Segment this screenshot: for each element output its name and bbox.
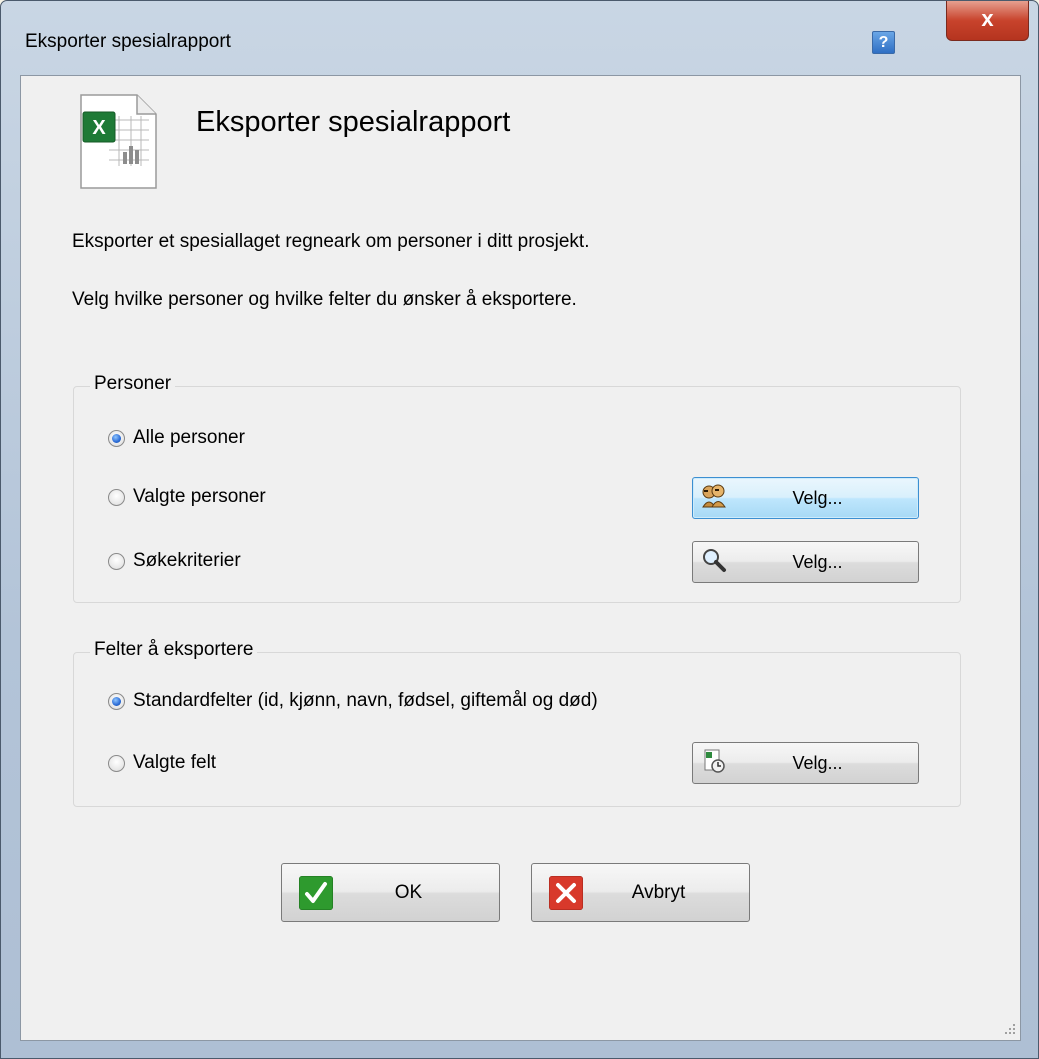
description-line-1: Eksporter et spesiallaget regneark om pe… <box>72 231 590 252</box>
select-search-criteria-button[interactable]: Velg... <box>692 541 919 583</box>
title-bar[interactable]: Eksporter spesialrapport ? x <box>1 1 1038 75</box>
cancel-label: Avbryt <box>631 881 686 903</box>
persons-group: Personer Alle personer Valgte personer V… <box>73 373 961 603</box>
select-persons-button[interactable]: Velg... <box>692 477 919 519</box>
excel-document-icon: X <box>80 94 157 189</box>
fields-group-legend: Felter å eksportere <box>90 639 258 661</box>
radio-search-criteria[interactable]: Søkekriterier <box>108 550 241 572</box>
radio-selected-persons[interactable]: Valgte personer <box>108 486 266 508</box>
close-button[interactable]: x <box>946 1 1029 41</box>
radio-button[interactable] <box>108 488 125 506</box>
radio-label: Valgte personer <box>133 486 266 507</box>
radio-label: Valgte felt <box>133 752 217 773</box>
radio-button[interactable] <box>108 552 125 570</box>
dialog-window: Eksporter spesialrapport ? x X Eksporter… <box>0 0 1039 1059</box>
button-label: Velg... <box>792 752 843 773</box>
description-line-2: Velg hvilke personer og hvilke felter du… <box>72 289 577 310</box>
button-label: Velg... <box>792 487 843 508</box>
window-title: Eksporter spesialrapport <box>25 31 231 52</box>
ok-button[interactable]: OK <box>281 863 500 922</box>
radio-selected-fields[interactable]: Valgte felt <box>108 752 216 774</box>
radio-button[interactable] <box>108 754 125 772</box>
resize-grip-icon[interactable] <box>1002 1022 1016 1036</box>
radio-label: Alle personer <box>133 427 245 448</box>
radio-button[interactable] <box>108 429 125 447</box>
radio-standard-fields[interactable]: Standardfelter (id, kjønn, navn, fødsel,… <box>108 690 598 712</box>
fields-group: Felter å eksportere Standardfelter (id, … <box>73 639 961 807</box>
dialog-content: X Eksporter spesialrapport Eksporter et … <box>20 75 1021 1041</box>
button-label: Velg... <box>792 551 843 572</box>
radio-label: Standardfelter (id, kjønn, navn, fødsel,… <box>133 690 598 711</box>
page-title: Eksporter spesialrapport <box>196 106 511 138</box>
ok-label: OK <box>394 881 423 903</box>
radio-all-persons[interactable]: Alle personer <box>108 427 245 449</box>
select-fields-button[interactable]: Velg... <box>692 742 919 784</box>
cancel-button[interactable]: Avbryt <box>531 863 750 922</box>
radio-label: Søkekriterier <box>133 550 241 571</box>
persons-group-legend: Personer <box>90 373 176 395</box>
svg-text:X: X <box>92 117 106 139</box>
help-button[interactable]: ? <box>872 31 895 54</box>
radio-button[interactable] <box>108 692 125 710</box>
